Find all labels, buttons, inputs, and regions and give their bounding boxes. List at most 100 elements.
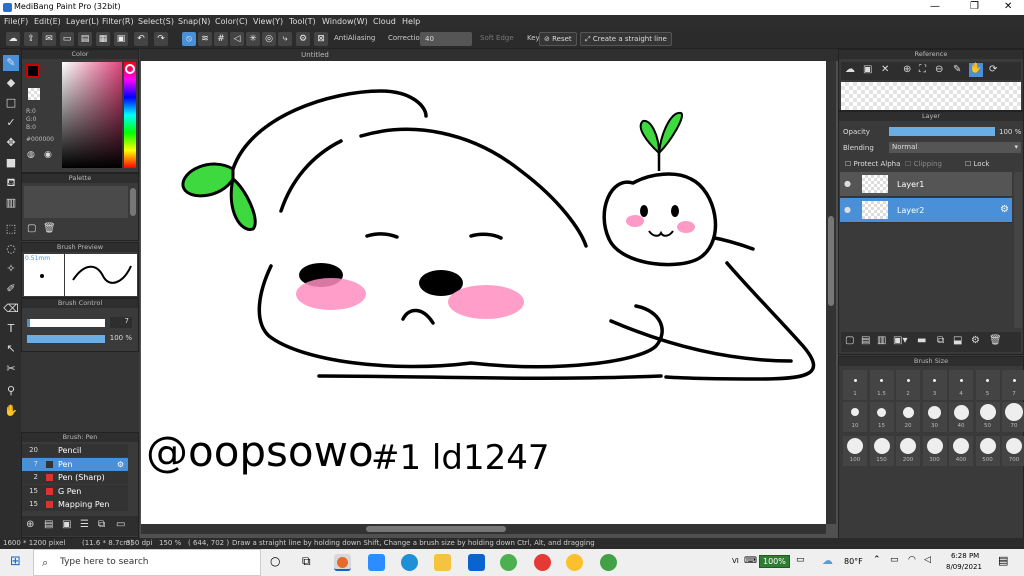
ref-cloud-icon[interactable]: ☁	[845, 64, 855, 75]
brush-menu-icon[interactable]: ▣	[62, 519, 71, 530]
brush-size-cell[interactable]: 7	[1002, 370, 1024, 400]
eraser-tool-icon[interactable]: ◆	[3, 75, 19, 91]
chrome-taskbar-icon[interactable]	[500, 554, 517, 571]
weather-icon[interactable]: ☁	[822, 554, 833, 567]
ref-rotate-icon[interactable]: ⟳	[989, 64, 997, 75]
chrome-profile4-icon[interactable]	[600, 554, 617, 571]
lock-checkbox[interactable]: ☐ Lock	[965, 160, 989, 168]
brush-list-item[interactable]: 2 Pen (Sharp)	[22, 471, 128, 484]
layer-row[interactable]: ● Layer2 ⚙	[840, 198, 1012, 223]
weather-temp[interactable]: 80°F	[844, 557, 863, 566]
undo-icon[interactable]: ↶	[134, 32, 148, 46]
notifications-icon[interactable]: ▤	[998, 554, 1008, 567]
operation-tool-icon[interactable]: ↖	[3, 341, 19, 357]
pen-tool-icon[interactable]: ✎	[3, 55, 19, 71]
concentric-icon[interactable]: ◎	[262, 32, 276, 46]
curve-icon[interactable]: ⤷	[278, 32, 292, 46]
layer-visibility-icon[interactable]: ●	[844, 179, 851, 188]
divide-tool-icon[interactable]: ✂	[3, 361, 19, 377]
battery-percent[interactable]: 100%	[759, 555, 790, 568]
brush-size-cell[interactable]: 1	[843, 370, 867, 400]
menu-filter[interactable]: Filter(R)	[102, 17, 134, 26]
hue-slider[interactable]	[124, 62, 136, 168]
network-icon[interactable]: ▭	[890, 555, 899, 565]
brush-delete-icon[interactable]: ▭	[116, 519, 125, 530]
hatch-icon[interactable]: ≋	[198, 32, 212, 46]
brush-size-cell[interactable]: 700	[1002, 436, 1024, 466]
bucket-tool-icon[interactable]: ⛾	[3, 175, 19, 191]
brush-tool-icon[interactable]: ✓	[3, 115, 19, 131]
text-tool-icon[interactable]: T	[3, 321, 19, 337]
document-icon[interactable]: ▤	[78, 32, 92, 46]
settings-icon[interactable]: ⚙	[296, 32, 310, 46]
ref-eyedropper-icon[interactable]: ✎	[953, 64, 961, 75]
soft-edge-label[interactable]: Soft Edge	[480, 34, 514, 42]
palette-icon[interactable]: ◍	[27, 150, 40, 162]
select-tool-icon[interactable]: ⬚	[3, 221, 19, 237]
volume-icon[interactable]: ◁	[924, 555, 931, 565]
hue-handle[interactable]	[125, 64, 135, 74]
layer-folder-icon[interactable]: ▬	[917, 335, 926, 346]
grid-snap-icon[interactable]: #	[214, 32, 228, 46]
brush-folder-icon[interactable]: ▤	[44, 519, 53, 530]
edge-taskbar-icon[interactable]	[401, 554, 418, 571]
brush-size-cell[interactable]: 40	[949, 402, 973, 432]
brush-size-cell[interactable]: 300	[922, 436, 947, 466]
delete-palette-icon[interactable]: 🗑	[43, 223, 56, 234]
vertical-scroll-thumb[interactable]	[828, 216, 834, 306]
layer-opacity-slider[interactable]	[889, 127, 995, 136]
layer-visibility-icon[interactable]: ●	[844, 205, 851, 214]
new-layer-icon[interactable]: ▢	[845, 335, 854, 346]
upload-icon[interactable]: ⇪	[24, 32, 38, 46]
menu-snap[interactable]: Snap(N)	[178, 17, 210, 26]
layer-row[interactable]: ● Layer1	[840, 172, 1012, 197]
zalo-taskbar-icon[interactable]	[468, 554, 485, 571]
brush-copy-icon[interactable]: ⧉	[98, 519, 105, 530]
ref-hand-icon[interactable]: ✋	[969, 63, 983, 77]
antialiasing-label[interactable]: AntiAliasing	[334, 34, 375, 42]
magic-wand-icon[interactable]: ✧	[3, 261, 19, 277]
menu-select[interactable]: Select(S)	[138, 17, 174, 26]
chrome-profile2-icon[interactable]	[534, 554, 551, 571]
task-view-icon[interactable]: ⧉	[302, 554, 311, 569]
select-pen-icon[interactable]: ✐	[3, 281, 19, 297]
ref-open-icon[interactable]: ▣	[863, 64, 872, 75]
ref-zoom-in-icon[interactable]: ⊕	[903, 64, 911, 75]
eyedropper-icon[interactable]: ⚲	[3, 383, 19, 399]
radial-icon[interactable]: ✳	[246, 32, 260, 46]
brush-size-value[interactable]: 7	[110, 317, 132, 328]
brush-list-item[interactable]: 20 Pencil	[22, 444, 128, 457]
brush-size-cell[interactable]: 400	[949, 436, 973, 466]
brush-size-cell[interactable]: 150	[869, 436, 894, 466]
menu-tool[interactable]: Tool(T)	[289, 17, 316, 26]
palette-scrollbar[interactable]	[130, 188, 136, 216]
cloud-icon[interactable]: ☁	[6, 32, 20, 46]
menu-file[interactable]: File(F)	[4, 17, 28, 26]
brush-size-cell[interactable]: 10	[843, 402, 867, 432]
add-brush-icon[interactable]: ⊕	[26, 519, 34, 530]
saturation-value-picker[interactable]	[62, 62, 122, 168]
duplicate-layer-icon[interactable]: ⧉	[937, 335, 944, 346]
wifi-icon[interactable]: ◠	[908, 555, 916, 565]
brush-size-cell[interactable]: 30	[922, 402, 947, 432]
new-raster-layer-icon[interactable]: ▥	[877, 335, 886, 346]
brush-size-cell[interactable]: 5	[975, 370, 1000, 400]
brush-size-cell[interactable]: 4	[949, 370, 973, 400]
chrome-profile3-icon[interactable]	[566, 554, 583, 571]
brush-size-cell[interactable]: 15	[869, 402, 894, 432]
maximize-icon[interactable]: ❐	[970, 1, 979, 12]
layer-scrollbar[interactable]	[1014, 172, 1022, 328]
new-palette-icon[interactable]: ▢	[27, 223, 36, 234]
menu-edit[interactable]: Edit(E)	[34, 17, 61, 26]
reset-button[interactable]: ⊘ Reset	[539, 32, 577, 46]
document-tab[interactable]: Untitled	[140, 49, 490, 61]
gradient-tool-icon[interactable]: ▥	[3, 195, 19, 211]
color-settings-icon[interactable]: ◉	[44, 150, 57, 162]
comment-icon[interactable]: ✉	[42, 32, 56, 46]
correction-select[interactable]: 40	[420, 32, 472, 46]
menu-cloud[interactable]: Cloud	[373, 17, 396, 26]
clipping-checkbox[interactable]: ☐ Clipping	[905, 160, 942, 168]
save-icon[interactable]: ▣	[114, 32, 128, 46]
new-halftone-layer-icon[interactable]: ▤	[861, 335, 870, 346]
file-explorer-icon[interactable]	[434, 554, 451, 571]
